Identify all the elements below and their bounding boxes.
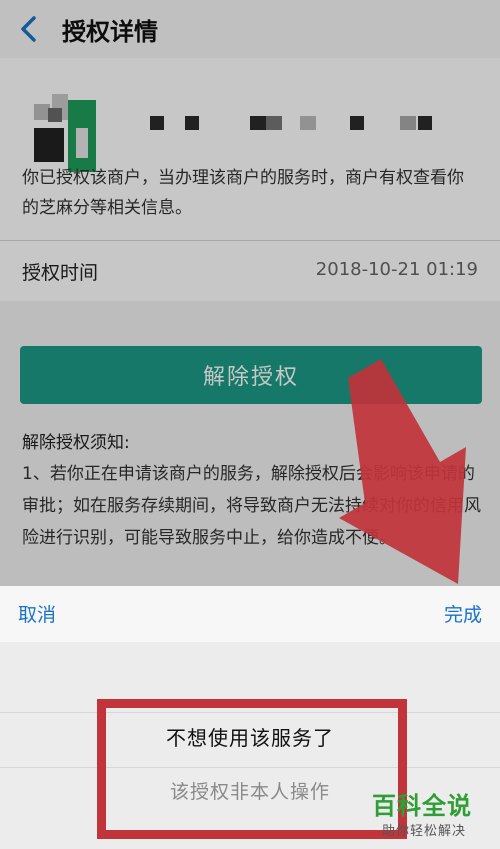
watermark-logo: 百科全说 助你轻松解决 xyxy=(372,786,496,844)
done-button[interactable]: 完成 xyxy=(444,600,482,627)
modal-dim-overlay[interactable] xyxy=(0,0,500,586)
annotation-highlight-box xyxy=(97,699,407,839)
cancel-button[interactable]: 取消 xyxy=(18,600,56,627)
watermark-sub-text: 助你轻松解决 xyxy=(382,824,467,839)
picker-toolbar: 取消 完成 xyxy=(0,586,500,643)
watermark-main-text: 百科全说 xyxy=(372,792,472,820)
